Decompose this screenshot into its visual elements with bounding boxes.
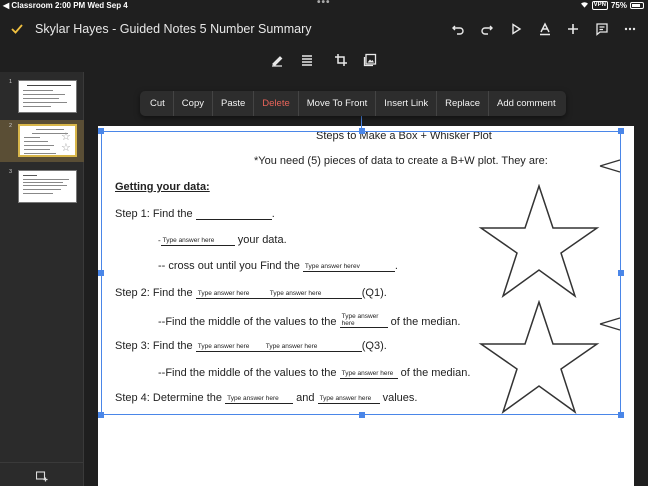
resize-handle-bottom-left[interactable] [98, 412, 104, 418]
status-time: 2:00 PM [54, 1, 86, 10]
resize-handle-top[interactable] [359, 128, 365, 134]
format-toolbar [0, 48, 648, 72]
delete-menu-item[interactable]: Delete [254, 91, 299, 116]
resize-handle-bottom-right[interactable] [618, 412, 624, 418]
move-to-front-menu-item[interactable]: Move To Front [299, 91, 377, 116]
resize-handle-bottom[interactable] [359, 412, 365, 418]
present-icon[interactable] [507, 20, 525, 38]
selection-box[interactable] [98, 128, 624, 418]
battery-icon [630, 2, 644, 9]
context-menu: Cut Copy Paste Delete Move To Front Inse… [140, 91, 566, 116]
paste-menu-item[interactable]: Paste [213, 91, 255, 116]
comment-icon[interactable] [593, 20, 611, 38]
app-window: ◀ Classroom 2:00 PM Wed Sep 4 ••• VPN 75… [0, 0, 648, 486]
cut-menu-item[interactable]: Cut [142, 91, 174, 116]
add-comment-menu-item[interactable]: Add comment [489, 91, 564, 116]
slide-thumbnail-3[interactable]: 3 [0, 166, 84, 208]
status-date: Wed Sep 4 [87, 1, 128, 10]
slide-number: 1 [9, 79, 13, 85]
wifi-icon [580, 1, 589, 10]
resize-handle-left[interactable] [98, 270, 104, 276]
replace-image-icon[interactable] [361, 51, 379, 69]
battery-percent: 75% [610, 1, 627, 10]
sidebar-footer [0, 462, 84, 486]
slide-thumbnail-panel: 1 2 ☆ ☆ 3 [0, 72, 84, 486]
check-icon[interactable] [10, 22, 24, 36]
pen-icon[interactable] [268, 51, 286, 69]
replace-menu-item[interactable]: Replace [437, 91, 489, 116]
slide-number: 3 [9, 169, 13, 175]
resize-handle-top-left[interactable] [98, 128, 104, 134]
slide-number: 2 [9, 123, 13, 129]
document-title[interactable]: Skylar Hayes - Guided Notes 5 Number Sum… [35, 22, 311, 36]
undo-icon[interactable] [449, 20, 467, 38]
crop-icon[interactable] [332, 51, 350, 69]
slide-preview [18, 170, 77, 203]
title-bar: Skylar Hayes - Guided Notes 5 Number Sum… [0, 14, 648, 46]
resize-handle-right[interactable] [618, 270, 624, 276]
slide-thumbnail-2[interactable]: 2 ☆ ☆ [0, 120, 84, 162]
multitask-dots-icon[interactable]: ••• [317, 0, 331, 8]
redo-icon[interactable] [478, 20, 496, 38]
add-icon[interactable] [564, 20, 582, 38]
slide-thumbnail-1[interactable]: 1 [0, 76, 84, 118]
copy-menu-item[interactable]: Copy [174, 91, 213, 116]
insert-link-menu-item[interactable]: Insert Link [376, 91, 438, 116]
resize-handle-top-right[interactable] [618, 128, 624, 134]
slide-preview: ☆ ☆ [18, 124, 77, 157]
status-bar: ◀ Classroom 2:00 PM Wed Sep 4 ••• VPN 75… [0, 0, 648, 12]
star-icon: ☆ [61, 142, 71, 154]
more-icon[interactable] [621, 20, 639, 38]
add-slide-icon[interactable] [35, 469, 48, 482]
align-icon[interactable] [298, 51, 316, 69]
text-format-icon[interactable] [536, 20, 554, 38]
vpn-badge: VPN [591, 1, 608, 10]
slide-preview [18, 80, 77, 113]
back-to-classroom-link[interactable]: ◀ Classroom [3, 1, 53, 10]
